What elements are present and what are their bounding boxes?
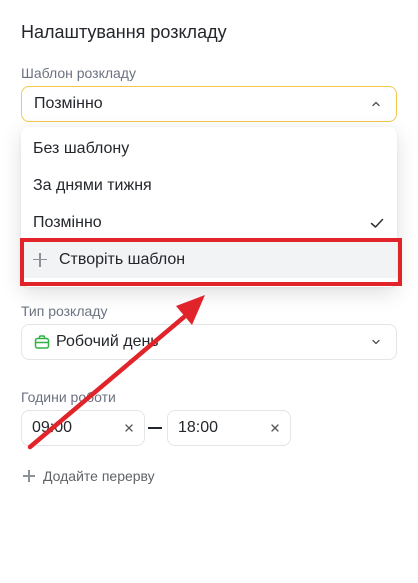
schedule-type-label: Тип розкладу (21, 303, 108, 319)
chevron-down-icon (372, 339, 380, 345)
option-label: За днями тижня (33, 176, 152, 194)
chevron-up-icon (372, 101, 380, 107)
template-dropdown: Без шаблону За днями тижня Позмінно Ство… (21, 127, 397, 287)
time-range-dash (148, 427, 162, 429)
template-select-value: Позмінно (34, 95, 103, 112)
start-time-input[interactable]: 09:00 (21, 410, 145, 446)
option-by-weekdays[interactable]: За днями тижня (21, 167, 397, 204)
work-hours-label: Години роботи (21, 389, 116, 405)
end-time-value: 18:00 (178, 419, 219, 436)
clear-start-icon[interactable] (124, 423, 134, 433)
create-template-label: Створіть шаблон (59, 250, 186, 268)
option-label: Позмінно (33, 213, 102, 231)
start-time-value: 09:00 (32, 419, 73, 436)
briefcase-icon (34, 335, 50, 349)
create-template-button[interactable]: Створіть шаблон (21, 241, 397, 278)
plus-icon (33, 252, 47, 267)
clear-end-icon[interactable] (270, 423, 280, 433)
template-field-label: Шаблон розкладу (21, 65, 136, 81)
plus-icon (23, 470, 35, 482)
schedule-type-select[interactable]: Робочий день (21, 324, 397, 360)
option-no-template[interactable]: Без шаблону (21, 130, 397, 167)
checkmark-icon (370, 218, 384, 228)
add-break-label: Додайте перерву (43, 468, 155, 484)
add-break-button[interactable]: Додайте перерву (23, 468, 155, 484)
page-title: Налаштування розкладу (21, 22, 227, 42)
option-shifts[interactable]: Позмінно (21, 204, 397, 241)
template-select[interactable]: Позмінно (21, 86, 397, 122)
end-time-input[interactable]: 18:00 (167, 410, 291, 446)
option-label: Без шаблону (33, 139, 130, 157)
schedule-type-value: Робочий день (56, 333, 159, 350)
